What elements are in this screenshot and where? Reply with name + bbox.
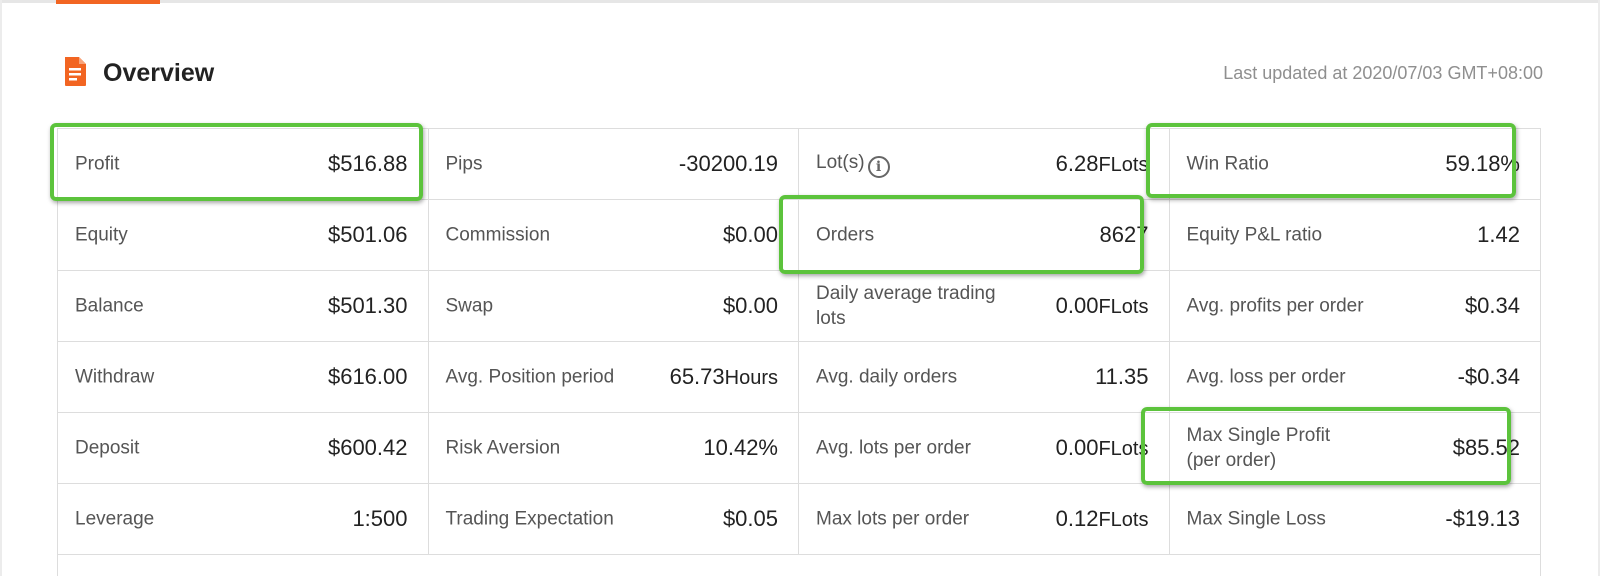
stat-label: Win Ratio — [1186, 153, 1269, 175]
stat-cell-orders: Orders 8627 — [799, 200, 1170, 270]
stat-cell-withdraw: Withdraw $616.00 — [58, 342, 429, 412]
stat-value: -$19.13 — [1445, 506, 1520, 531]
stat-label: Lot(s) i — [816, 150, 996, 178]
stat-value: 0.00FLots — [1055, 293, 1149, 318]
stat-label: Withdraw — [75, 366, 155, 388]
stats-row: Profit $516.88 Pips -30200.19 Lot(s) i 6.… — [58, 129, 1540, 200]
stat-value: $516.88 — [327, 151, 408, 176]
stat-unit: Hours — [724, 367, 778, 389]
stat-cell-equity-pl-ratio: Equity P&L ratio 1.42 — [1170, 200, 1541, 270]
stat-cell-risk-aversion: Risk Aversion 10.42% — [429, 413, 799, 483]
stat-label: Leverage — [75, 508, 155, 530]
stats-row: Withdraw $616.00 Avg. Position period 65… — [58, 342, 1540, 413]
stat-cell-avg-loss-per-order: Avg. loss per order -$0.34 — [1170, 342, 1541, 412]
stat-cell-avg-position-period: Avg. Position period 65.73Hours — [429, 342, 799, 412]
page-title: Overview — [103, 59, 215, 87]
stat-label: Swap — [445, 295, 494, 317]
active-tab-indicator — [56, 0, 160, 4]
stat-value: 0.12FLots — [1055, 506, 1149, 531]
stat-cell-avg-lots-per-order: Avg. lots per order 0.00FLots — [799, 413, 1170, 483]
stat-cell-pips: Pips -30200.19 — [429, 129, 799, 199]
stat-cell-daily-average-trading-lots: Daily average trading lots 0.00FLots — [799, 271, 1170, 341]
stat-label: Commission — [445, 224, 551, 246]
stat-unit: FLots — [1098, 154, 1149, 176]
stat-label: Daily average trading lots — [816, 283, 996, 329]
stat-cell-max-single-profit: Max Single Profit (per order) $85.52 — [1170, 413, 1541, 483]
stat-label: Avg. Position period — [445, 366, 615, 388]
stat-value: 1.42 — [1477, 222, 1520, 247]
stat-value: 1:500 — [352, 506, 408, 531]
stat-unit: FLots — [1098, 509, 1149, 531]
overview-header: Overview Last updated at 2020/07/03 GMT+… — [63, 56, 1543, 92]
panel-left-border — [0, 0, 2, 576]
stat-value: -$0.34 — [1457, 364, 1520, 389]
stats-grid: Profit $516.88 Pips -30200.19 Lot(s) i 6.… — [57, 128, 1541, 576]
top-divider — [0, 0, 1600, 3]
stat-cell-leverage: Leverage 1:500 — [58, 484, 429, 554]
stat-label: Pips — [445, 153, 483, 175]
stat-cell-win-ratio: Win Ratio 59.18% — [1170, 129, 1541, 199]
stat-value: 11.35 — [1095, 364, 1149, 389]
stat-cell-max-lots-per-order: Max lots per order 0.12FLots — [799, 484, 1170, 554]
stat-unit: FLots — [1098, 438, 1149, 460]
stat-value: 8627 — [1099, 222, 1149, 247]
stat-label: Profit — [75, 153, 120, 175]
stat-label: Equity P&L ratio — [1186, 224, 1323, 246]
stat-cell-profit: Profit $516.88 — [58, 129, 429, 199]
stat-value: $616.00 — [327, 364, 408, 389]
stat-label: Equity — [75, 224, 128, 246]
stat-cell-deposit: Deposit $600.42 — [58, 413, 429, 483]
stat-label: Avg. profits per order — [1186, 295, 1364, 317]
stat-value: -30200.19 — [678, 151, 778, 176]
stat-label: Orders — [816, 224, 875, 246]
stat-value: 0.00FLots — [1055, 435, 1149, 460]
stat-value: $600.42 — [327, 435, 408, 460]
stats-row: Deposit $600.42 Risk Aversion 10.42% Avg… — [58, 413, 1540, 484]
overview-panel: Overview Last updated at 2020/07/03 GMT+… — [0, 0, 1600, 576]
stat-label: Risk Aversion — [445, 437, 561, 459]
stat-value: $0.34 — [1464, 293, 1520, 318]
stat-label: Avg. loss per order — [1186, 366, 1346, 388]
stat-cell-avg-daily-orders: Avg. daily orders 11.35 — [799, 342, 1170, 412]
stat-label: Trading Expectation — [445, 508, 614, 530]
stat-label: Deposit — [75, 437, 140, 459]
stat-value: $501.30 — [327, 293, 408, 318]
stat-label: Avg. lots per order — [816, 437, 971, 459]
stat-value: $0.00 — [722, 222, 778, 247]
stat-value: 6.28FLots — [1055, 151, 1149, 176]
stat-value: 59.18% — [1445, 151, 1520, 176]
stat-cell-equity: Equity $501.06 — [58, 200, 429, 270]
stat-cell-max-single-loss: Max Single Loss -$19.13 — [1170, 484, 1541, 554]
stat-cell-swap: Swap $0.00 — [429, 271, 799, 341]
stat-cell-lots: Lot(s) i 6.28FLots — [799, 129, 1170, 199]
stat-label: Max Single Profit (per order) — [1186, 425, 1331, 471]
stats-row: Balance $501.30 Swap $0.00 Daily average… — [58, 271, 1540, 342]
stats-row: Equity $501.06 Commission $0.00 Orders 8… — [58, 200, 1540, 271]
stat-label: Avg. daily orders — [816, 366, 958, 388]
info-icon[interactable]: i — [867, 156, 890, 178]
last-updated-text: Last updated at 2020/07/03 GMT+08:00 — [1223, 63, 1543, 83]
stat-unit: FLots — [1098, 296, 1149, 318]
stat-label: Max lots per order — [816, 508, 970, 530]
stat-value: 65.73Hours — [669, 364, 778, 389]
stat-cell-balance: Balance $501.30 — [58, 271, 429, 341]
stat-label: Balance — [75, 295, 144, 317]
stat-value: $85.52 — [1452, 435, 1520, 460]
document-icon — [65, 57, 86, 86]
stat-cell-trading-expectation: Trading Expectation $0.05 — [429, 484, 799, 554]
stat-cell-avg-profits-per-order: Avg. profits per order $0.34 — [1170, 271, 1541, 341]
stat-label: Max Single Loss — [1186, 508, 1326, 530]
stats-row: Leverage 1:500 Trading Expectation $0.05… — [58, 484, 1540, 555]
stat-cell-commission: Commission $0.00 — [429, 200, 799, 270]
stat-value: 10.42% — [703, 435, 778, 460]
stat-value: $501.06 — [327, 222, 408, 247]
stat-value: $0.00 — [722, 293, 778, 318]
stat-value: $0.05 — [722, 506, 778, 531]
